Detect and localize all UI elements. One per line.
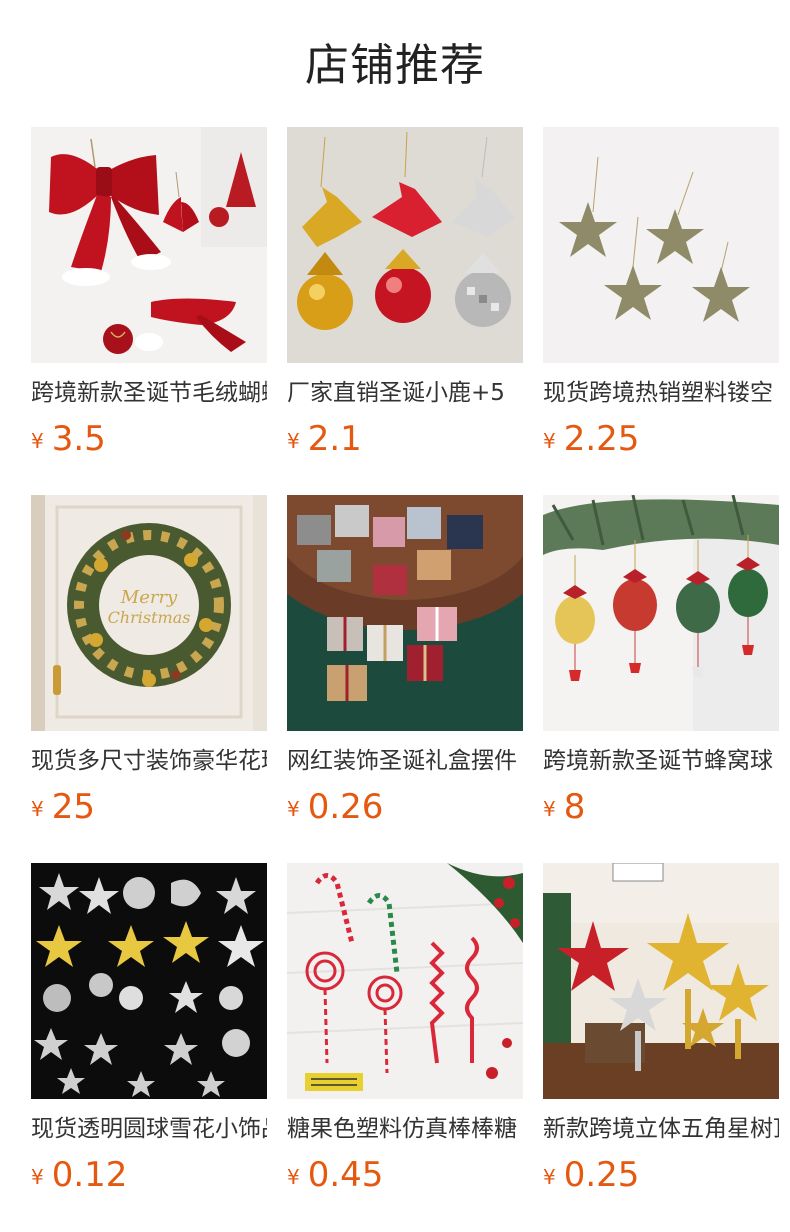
product-price: ¥2.1	[287, 419, 523, 459]
currency-symbol: ¥	[31, 797, 44, 821]
product-card[interactable]: 厂家直销圣诞小鹿+5 ¥2.1	[287, 127, 523, 495]
currency-symbol: ¥	[31, 1165, 44, 1189]
price-amount: 25	[51, 787, 95, 827]
honeycomb-ball-ornaments-image[interactable]	[543, 495, 779, 731]
price-amount: 2.25	[563, 419, 640, 459]
product-card[interactable]: 新款跨境立体五角星树顶 ¥0.25	[543, 863, 779, 1231]
product-title[interactable]: 跨境新款圣诞节毛绒蝴蝶结	[31, 377, 267, 409]
product-price: ¥0.25	[543, 1155, 779, 1195]
product-title[interactable]: 新款跨境立体五角星树顶	[543, 1113, 779, 1145]
product-title[interactable]: 网红装饰圣诞礼盒摆件	[287, 745, 523, 777]
product-title[interactable]: 跨境新款圣诞节蜂窝球	[543, 745, 779, 777]
price-amount: 2.1	[307, 419, 362, 459]
price-amount: 8	[563, 787, 586, 827]
currency-symbol: ¥	[31, 429, 44, 453]
currency-symbol: ¥	[543, 429, 556, 453]
tree-topper-stars-image[interactable]	[543, 863, 779, 1099]
currency-symbol: ¥	[543, 1165, 556, 1189]
product-grid: 跨境新款圣诞节毛绒蝴蝶结 ¥3.5	[31, 127, 790, 1231]
reindeer-ball-ornaments-image[interactable]	[287, 127, 523, 363]
svg-text:Merry: Merry	[120, 587, 178, 608]
product-title[interactable]: 现货跨境热销塑料镂空	[543, 377, 779, 409]
product-title[interactable]: 现货透明圆球雪花小饰品	[31, 1113, 267, 1145]
page-title: 店铺推荐	[305, 40, 485, 91]
currency-symbol: ¥	[287, 429, 300, 453]
svg-text:Christmas: Christmas	[108, 608, 191, 627]
product-title[interactable]: 糖果色塑料仿真棒棒糖	[287, 1113, 523, 1145]
price-amount: 0.45	[307, 1155, 384, 1195]
product-price: ¥0.12	[31, 1155, 267, 1195]
product-card[interactable]: 跨境新款圣诞节毛绒蝴蝶结 ¥3.5	[31, 127, 267, 495]
candy-cane-ornaments-image[interactable]	[287, 863, 523, 1099]
product-card[interactable]: 网红装饰圣诞礼盒摆件 ¥0.26	[287, 495, 523, 863]
price-amount: 0.26	[307, 787, 384, 827]
product-price: ¥25	[31, 787, 267, 827]
product-card[interactable]: 糖果色塑料仿真棒棒糖 ¥0.45	[287, 863, 523, 1231]
price-amount: 0.25	[563, 1155, 640, 1195]
product-price: ¥3.5	[31, 419, 267, 459]
currency-symbol: ¥	[287, 797, 300, 821]
product-card[interactable]: Merry Christmas 现货多尺寸装饰豪华花环 ¥25	[31, 495, 267, 863]
price-amount: 3.5	[51, 419, 106, 459]
currency-symbol: ¥	[287, 1165, 300, 1189]
gift-boxes-image[interactable]	[287, 495, 523, 731]
product-title[interactable]: 现货多尺寸装饰豪华花环	[31, 745, 267, 777]
product-title[interactable]: 厂家直销圣诞小鹿+5	[287, 377, 523, 409]
christmas-wreath-image[interactable]: Merry Christmas	[31, 495, 267, 731]
product-price: ¥0.26	[287, 787, 523, 827]
currency-symbol: ¥	[543, 797, 556, 821]
product-card[interactable]: 现货跨境热销塑料镂空 ¥2.25	[543, 127, 779, 495]
red-bow-ornaments-image[interactable]	[31, 127, 267, 363]
product-card[interactable]: 现货透明圆球雪花小饰品 ¥0.12	[31, 863, 267, 1231]
product-card[interactable]: 跨境新款圣诞节蜂窝球 ¥8	[543, 495, 779, 863]
clear-acrylic-ornaments-image[interactable]	[31, 863, 267, 1099]
product-price: ¥8	[543, 787, 779, 827]
price-amount: 0.12	[51, 1155, 128, 1195]
product-price: ¥0.45	[287, 1155, 523, 1195]
glitter-star-ornaments-image[interactable]	[543, 127, 779, 363]
product-price: ¥2.25	[543, 419, 779, 459]
